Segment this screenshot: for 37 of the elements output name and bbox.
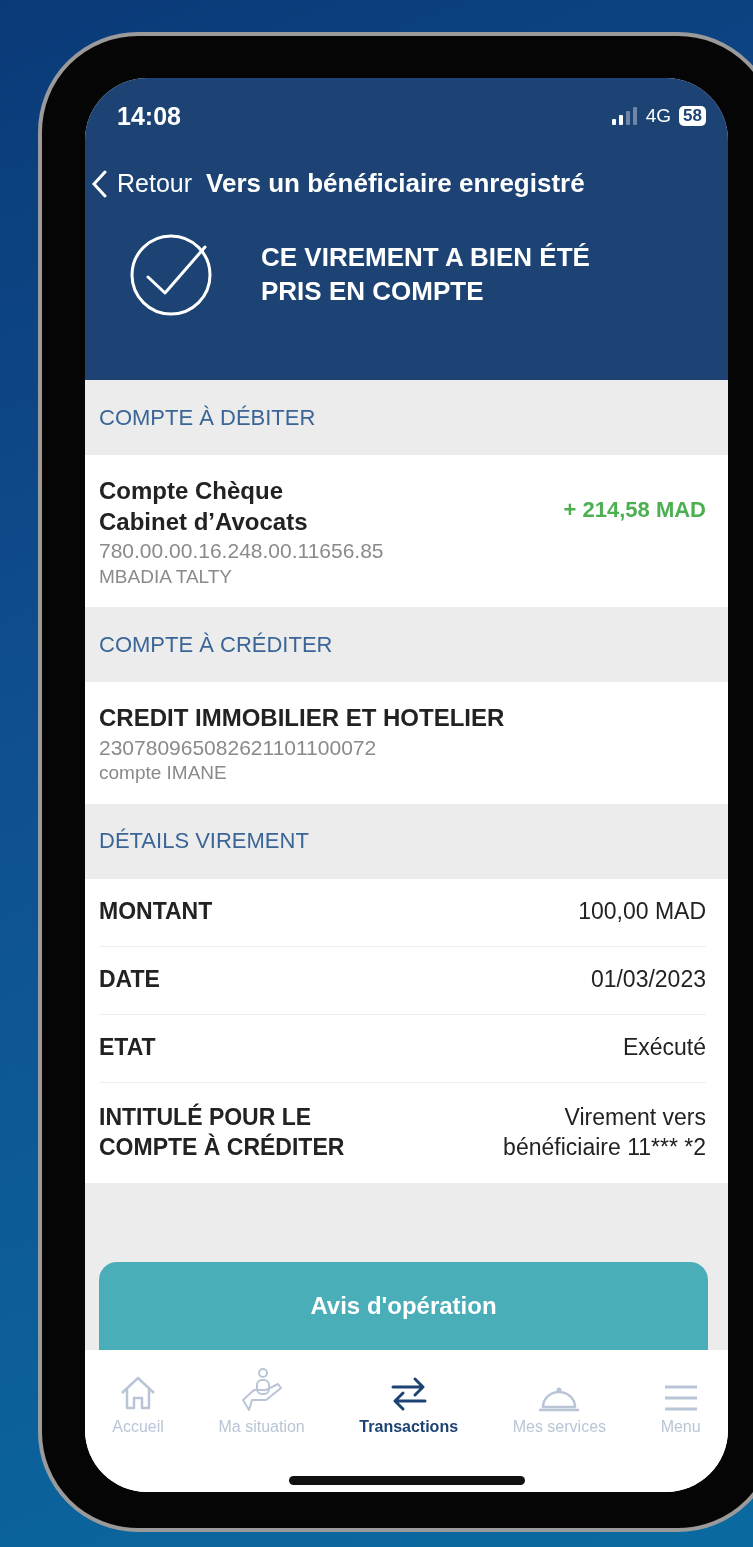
account-name: Compte Chèque Cabinet d’Avocats	[99, 476, 309, 538]
transfer-arrows-icon	[390, 1376, 427, 1412]
tab-item[interactable]: Ma situation	[218, 1364, 305, 1436]
back-button[interactable]: Retour	[91, 169, 193, 198]
avis-button[interactable]: Avis d'opération	[99, 1262, 708, 1350]
detail-label: MONTANT	[99, 897, 214, 927]
section-heading: COMPTE À CRÉDITER	[99, 631, 333, 658]
hand-coin-icon	[239, 1368, 284, 1412]
detail-value: 01/03/2023	[589, 965, 706, 995]
detail-label: DATE	[99, 965, 161, 995]
detail-label: INTITULÉ POUR LE COMPTE À CRÉDITER	[99, 1102, 346, 1162]
confirmation-message: CE VIREMENT A BIEN ÉTÉ PRIS EN COMPTE	[261, 241, 591, 308]
battery-level: 58	[679, 106, 706, 126]
detail-label: ETAT	[99, 1033, 157, 1063]
detail-value: 100,00 MAD	[577, 897, 706, 927]
detail-value: Exécuté	[621, 1033, 706, 1063]
tab-item[interactable]: Menu	[660, 1364, 701, 1436]
tab-item[interactable]: Transactions	[359, 1364, 459, 1436]
tab-item[interactable]: Accueil	[112, 1364, 164, 1436]
bank-name: CREDIT IMMOBILIER ET HOTELIER	[99, 703, 506, 734]
detail-value: Virement vers bénéficiaire 11*** *2	[502, 1102, 706, 1162]
account-number: 780.00.00.16.248.00.11656.85	[99, 538, 384, 565]
status-time: 14:08	[117, 101, 181, 131]
screen-title: Vers un bénéficiaire enregistré	[206, 168, 585, 199]
section-heading: COMPTE À DÉBITER	[99, 404, 316, 431]
network-label: 4G	[645, 105, 672, 127]
signal-icon	[611, 107, 638, 125]
account-number: 230780965082621101100072	[99, 734, 378, 761]
account-holder: compte IMANE	[99, 760, 228, 785]
menu-icon	[663, 1384, 698, 1412]
cloche-icon	[538, 1386, 581, 1412]
account-holder: MBADIA TALTY	[99, 564, 234, 589]
section-heading: DÉTAILS VIREMENT	[99, 828, 309, 855]
check-circle-icon	[129, 233, 213, 317]
account-balance: + 214,58 MAD	[563, 497, 706, 523]
chevron-left-icon	[91, 169, 107, 198]
tab-item[interactable]: Mes services	[512, 1364, 607, 1436]
